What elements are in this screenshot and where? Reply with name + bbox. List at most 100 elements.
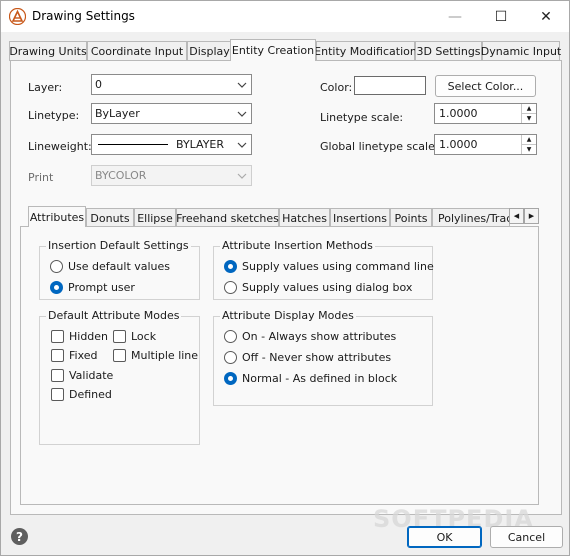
cancel-button[interactable]: Cancel [490,526,563,548]
radio-label: Supply values using command line [242,260,434,273]
spin-down-icon[interactable]: ▼ [522,114,536,123]
checkbox-lock[interactable]: Lock [113,330,156,343]
global-linetype-scale-value: 1.0000 [439,138,478,151]
checkbox-label: Fixed [69,349,98,362]
tab-scroll-right-icon[interactable]: ▶ [524,208,539,224]
checkbox-defined[interactable]: Defined [51,388,112,401]
radio-on-always-show[interactable]: On - Always show attributes [224,330,396,343]
chevron-down-icon [233,142,251,148]
radio-label: Supply values using dialog box [242,281,413,294]
help-icon[interactable]: ? [11,528,28,545]
checkbox-box [51,388,64,401]
subtab-insertions[interactable]: Insertions [330,208,390,227]
checkbox-box [113,349,126,362]
subtab-attributes[interactable]: Attributes [28,206,86,227]
subtab-ellipse[interactable]: Ellipse [134,208,176,227]
linetype-scale-label: Linetype scale: [320,111,404,124]
spin-down-icon[interactable]: ▼ [522,145,536,154]
checkbox-box [51,330,64,343]
radio-selected-icon [224,372,237,385]
radio-label: Off - Never show attributes [242,351,392,364]
chevron-down-icon [233,82,251,88]
radio-normal-as-defined[interactable]: Normal - As defined in block [224,372,397,385]
radio-circle-icon [50,260,63,273]
radio-supply-dialog-box[interactable]: Supply values using dialog box [224,281,412,294]
radio-circle-icon [224,351,237,364]
group-title: Insertion Default Settings [46,239,191,252]
checkbox-box [113,330,126,343]
radio-label: Use default values [68,260,171,273]
tab-drawing-units[interactable]: Drawing Units [9,41,87,61]
tab-display[interactable]: Display [187,41,232,61]
group-title: Attribute Display Modes [220,309,356,322]
radio-circle-icon [224,330,237,343]
lineweight-label: Lineweight: [28,140,92,153]
checkbox-label: Multiple line [131,349,199,362]
checkbox-multiple-line[interactable]: Multiple line [113,349,198,362]
spin-up-icon[interactable]: ▲ [522,104,536,114]
checkbox-box [51,349,64,362]
radio-circle-icon [224,281,237,294]
layer-dropdown[interactable]: 0 [91,74,252,95]
tab-dynamic-input[interactable]: Dynamic Input [481,41,561,61]
main-tab-strip: Drawing Units Coordinate Input Display E… [7,39,563,61]
tab-entity-creation[interactable]: Entity Creation [230,39,316,61]
print-dropdown: BYCOLOR [91,165,252,186]
layer-label: Layer: [28,81,63,94]
radio-label: On - Always show attributes [242,330,397,343]
close-button[interactable]: ✕ [523,1,569,32]
tab-scroll-left-icon[interactable]: ◀ [509,208,524,224]
checkbox-box [51,369,64,382]
app-logo-icon [9,8,26,25]
layer-value: 0 [95,78,102,91]
global-linetype-scale-stepper[interactable]: 1.0000 ▲ ▼ [434,134,537,155]
radio-prompt-user[interactable]: Prompt user [50,281,135,294]
subtab-donuts[interactable]: Donuts [86,208,134,227]
radio-selected-icon [224,260,237,273]
checkbox-label: Hidden [69,330,109,343]
checkbox-validate[interactable]: Validate [51,369,113,382]
linetype-value: ByLayer [95,107,140,120]
drawing-settings-window: Drawing Settings — ☐ ✕ Drawing Units Coo… [0,0,570,556]
chevron-down-icon [233,173,251,179]
checkbox-label: Validate [69,369,114,382]
subtab-points[interactable]: Points [390,208,432,227]
linetype-scale-stepper[interactable]: 1.0000 ▲ ▼ [434,103,537,124]
lineweight-value: BYLAYER [176,138,225,151]
title-bar: Drawing Settings — ☐ ✕ [1,1,569,32]
print-label: Print [28,171,54,184]
radio-off-never-show[interactable]: Off - Never show attributes [224,351,391,364]
radio-label: Prompt user [68,281,135,294]
stepper-buttons[interactable]: ▲ ▼ [521,135,536,154]
window-title: Drawing Settings [32,9,135,23]
color-swatch[interactable] [354,76,426,95]
group-title: Attribute Insertion Methods [220,239,375,252]
subtab-hatches[interactable]: Hatches [279,208,330,227]
color-label: Color: [320,81,353,94]
subtab-polylines-trace[interactable]: Polylines/Trace [432,208,510,227]
lineweight-dropdown[interactable]: BYLAYER [91,134,252,155]
spin-up-icon[interactable]: ▲ [522,135,536,145]
minimize-button[interactable]: — [432,1,478,32]
linetype-scale-value: 1.0000 [439,107,478,120]
chevron-down-icon [233,111,251,117]
global-linetype-scale-label: Global linetype scale: [320,140,439,153]
group-title: Default Attribute Modes [46,309,182,322]
tab-coordinate-input[interactable]: Coordinate Input [87,41,187,61]
tab-entity-modification[interactable]: Entity Modification [314,41,417,61]
linetype-dropdown[interactable]: ByLayer [91,103,252,124]
checkbox-label: Defined [69,388,112,401]
stepper-buttons[interactable]: ▲ ▼ [521,104,536,123]
select-color-button[interactable]: Select Color... [435,75,536,97]
checkbox-label: Lock [131,330,157,343]
checkbox-hidden[interactable]: Hidden [51,330,108,343]
tab-3d-settings[interactable]: 3D Settings [415,41,482,61]
maximize-button[interactable]: ☐ [478,1,524,32]
radio-label: Normal - As defined in block [242,372,398,385]
subtab-freehand-sketches[interactable]: Freehand sketches [176,208,279,227]
checkbox-fixed[interactable]: Fixed [51,349,98,362]
lineweight-sample-line [98,144,168,145]
ok-button[interactable]: OK [407,526,482,548]
radio-supply-command-line[interactable]: Supply values using command line [224,260,434,273]
radio-use-default-values[interactable]: Use default values [50,260,170,273]
